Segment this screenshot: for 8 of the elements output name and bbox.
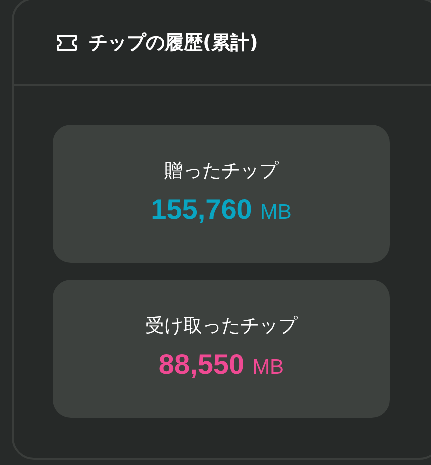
- panel-title: チップの履歴(累計): [89, 30, 258, 56]
- stat-unit: MB: [252, 355, 284, 382]
- ticket-icon: [55, 34, 79, 52]
- stat-unit: MB: [260, 200, 292, 226]
- stat-label: 贈ったチップ: [164, 158, 278, 184]
- stat-value: 88,550: [158, 348, 245, 382]
- stat-label: 受け取ったチップ: [146, 314, 298, 339]
- stat-value: 155,760: [151, 193, 252, 228]
